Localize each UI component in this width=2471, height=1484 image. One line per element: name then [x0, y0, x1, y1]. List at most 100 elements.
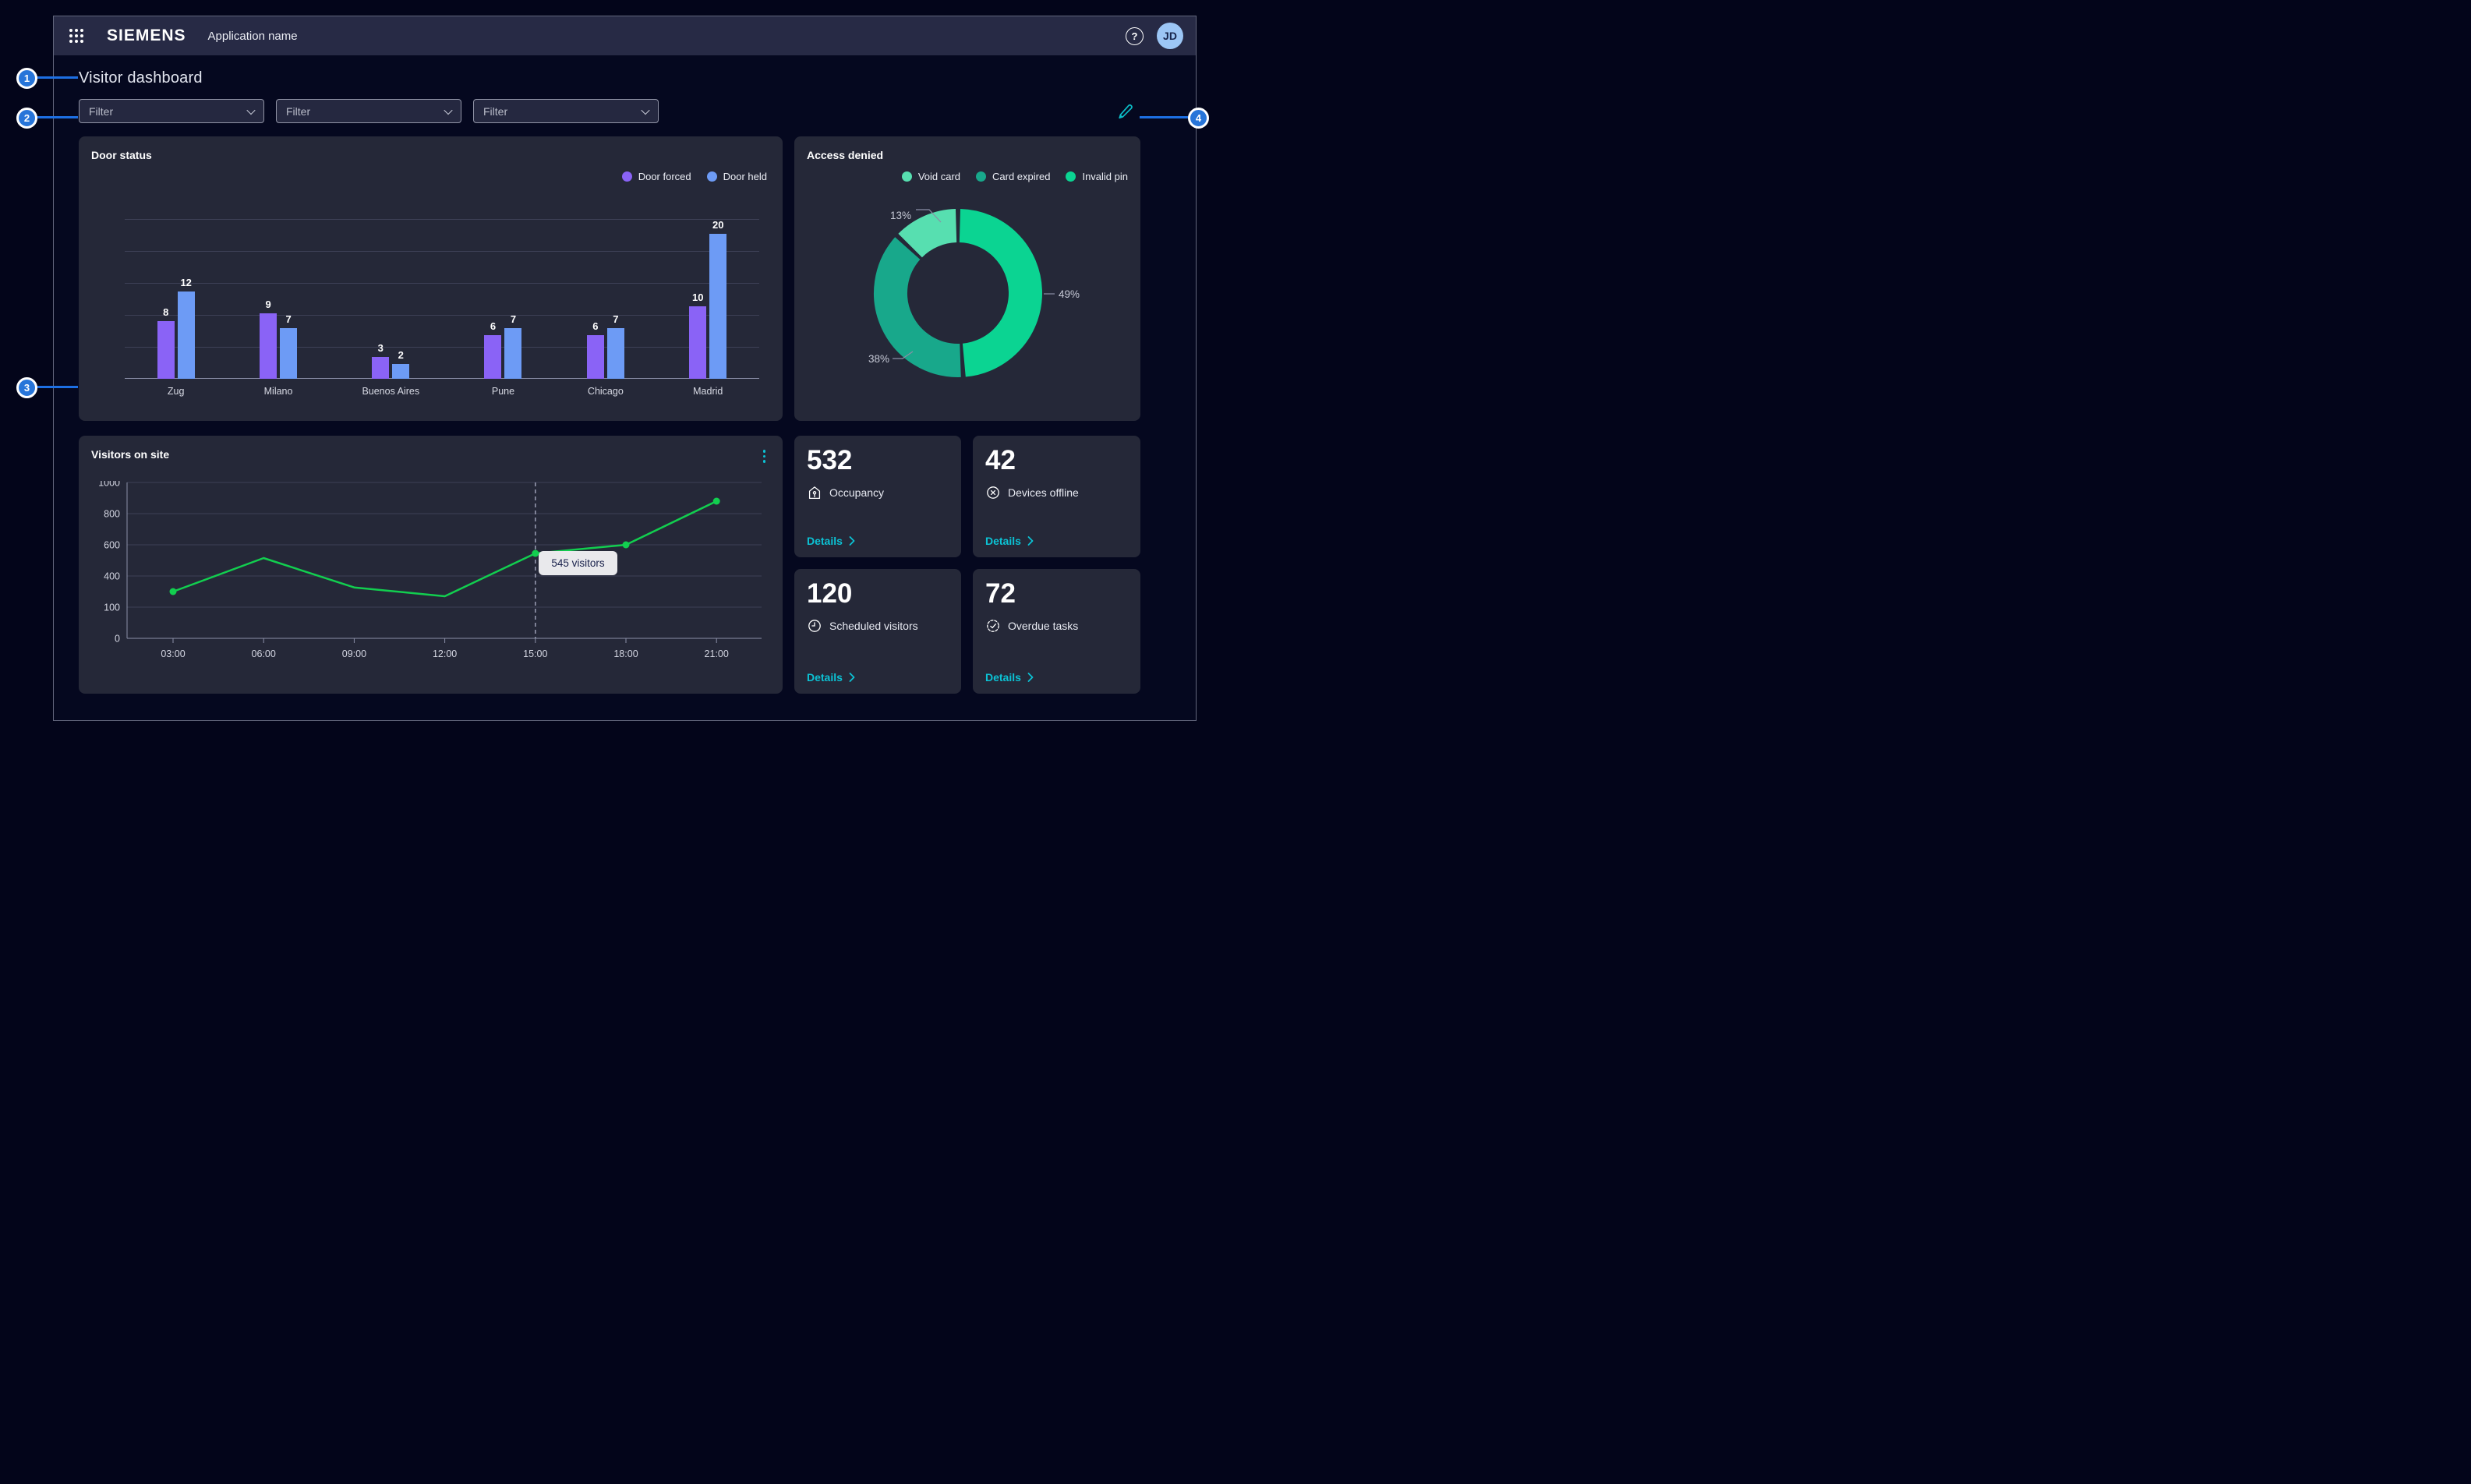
- legend-dot-icon: [1066, 171, 1076, 182]
- bar-door-forced-pune[interactable]: [484, 335, 501, 379]
- callout-badge-3: 3: [16, 377, 37, 398]
- legend-label: Invalid pin: [1082, 171, 1128, 182]
- chevron-down-icon: [444, 105, 452, 114]
- details-label: Details: [807, 535, 843, 547]
- callout-badge-4: 4: [1188, 108, 1209, 129]
- bar-door-held-pune[interactable]: [504, 328, 521, 379]
- donut-slice-invalid-pin[interactable]: [960, 226, 1025, 361]
- stat-value: 42: [985, 447, 1128, 475]
- bar-door-held-milano[interactable]: [280, 328, 297, 379]
- bar-value-label: 8: [163, 306, 168, 318]
- x-axis-tick-label: 21:00: [705, 648, 729, 659]
- bar-value-label: 10: [692, 292, 703, 303]
- filter-row: Filter Filter Filter: [79, 99, 1171, 123]
- visitors-on-site-card: Visitors on site 0100400600800100003:000…: [79, 436, 783, 694]
- data-point-marker[interactable]: [170, 588, 177, 595]
- bar-door-forced-zug[interactable]: [157, 321, 175, 379]
- stat-card-occupancy: 532OccupancyDetails: [794, 436, 961, 557]
- chevron-right-icon: [849, 673, 855, 682]
- bar-value-label: 20: [712, 219, 723, 231]
- bar-door-held-madrid[interactable]: [709, 234, 726, 379]
- bar-groups: 812Zug97Milano32Buenos Aires67Pune67Chic…: [125, 219, 759, 406]
- chevron-down-icon: [246, 105, 255, 114]
- y-axis-tick-label: 1000: [98, 481, 120, 489]
- donut-slice-void-card[interactable]: [910, 226, 956, 246]
- callout-badge-1: 1: [16, 68, 37, 89]
- app-launcher-icon[interactable]: [66, 26, 87, 46]
- filter-select-3[interactable]: Filter: [473, 99, 659, 123]
- legend-dot-icon: [976, 171, 986, 182]
- category-label: Pune: [492, 386, 514, 397]
- legend-item-invalid-pin[interactable]: Invalid pin: [1066, 171, 1128, 182]
- bar-value-label: 7: [613, 313, 618, 325]
- callout-badge-2: 2: [16, 108, 37, 129]
- filter-placeholder: Filter: [286, 105, 310, 118]
- bar-value-label: 12: [180, 277, 191, 288]
- legend-item-void-card[interactable]: Void card: [902, 171, 960, 182]
- y-axis-tick-label: 100: [104, 602, 120, 613]
- chevron-right-icon: [849, 536, 855, 546]
- chevron-right-icon: [1027, 536, 1034, 546]
- edit-icon[interactable]: [1116, 101, 1137, 122]
- visitors-series-line[interactable]: [173, 501, 716, 596]
- details-link-scheduled-visitors[interactable]: Details: [807, 671, 855, 684]
- app-name: Application name: [208, 30, 298, 43]
- filter-select-1[interactable]: Filter: [79, 99, 264, 123]
- details-link-overdue-tasks[interactable]: Details: [985, 671, 1034, 684]
- stat-label: Scheduled visitors: [829, 620, 918, 632]
- data-point-marker[interactable]: [532, 550, 539, 557]
- callout-line-2: [37, 116, 78, 118]
- stat-label: Occupancy: [829, 486, 884, 499]
- stat-label: Devices offline: [1008, 486, 1079, 499]
- details-link-occupancy[interactable]: Details: [807, 535, 855, 547]
- donut-percent-label: 38%: [868, 353, 889, 365]
- y-axis-tick-label: 400: [104, 571, 120, 582]
- legend-dot-icon: [902, 171, 912, 182]
- data-point-marker[interactable]: [713, 498, 720, 505]
- bar-door-held-chicago[interactable]: [607, 328, 624, 379]
- card-title: Door status: [91, 149, 770, 161]
- details-label: Details: [807, 671, 843, 684]
- bar-door-forced-milano[interactable]: [260, 313, 277, 379]
- x-axis-tick-label: 15:00: [523, 648, 547, 659]
- app-window: SIEMENS Application name ? JD Visitor da…: [53, 16, 1197, 721]
- category-label: Milano: [264, 386, 293, 397]
- help-icon[interactable]: ?: [1126, 27, 1144, 45]
- chevron-right-icon: [1027, 673, 1034, 682]
- visitors-tooltip: 545 visitors: [539, 551, 617, 575]
- bar-door-forced-buenos-aires[interactable]: [372, 357, 389, 379]
- category-label: Chicago: [588, 386, 624, 397]
- bar-group-chicago: 67Chicago: [587, 219, 624, 406]
- filter-select-2[interactable]: Filter: [276, 99, 461, 123]
- donut-percent-label: 49%: [1059, 288, 1080, 300]
- devices-offline-icon: [985, 485, 1001, 500]
- visitors-line-chart-svg: 0100400600800100003:0006:0009:0012:0015:…: [91, 481, 762, 662]
- legend-item-door-forced[interactable]: Door forced: [622, 171, 691, 182]
- stats-grid: 532OccupancyDetails42Devices offlineDeta…: [794, 436, 1140, 694]
- legend-item-door-held[interactable]: Door held: [707, 171, 767, 182]
- kebab-menu-icon[interactable]: [760, 447, 769, 466]
- stat-card-devices-offline: 42 Devices offline Details: [973, 436, 1140, 557]
- bar-value-label: 9: [265, 299, 270, 310]
- data-point-marker[interactable]: [623, 542, 630, 549]
- avatar[interactable]: JD: [1157, 23, 1183, 49]
- callout-line-4: [1140, 116, 1188, 118]
- door-status-chart: 812Zug97Milano32Buenos Aires67Pune67Chic…: [125, 219, 759, 406]
- stat-value: 72: [985, 580, 1128, 609]
- bar-door-held-buenos-aires[interactable]: [392, 364, 409, 379]
- donut-slice-card-expired[interactable]: [891, 249, 961, 361]
- app-header: SIEMENS Application name ? JD: [54, 16, 1196, 55]
- legend-label: Void card: [918, 171, 960, 182]
- legend-dot-icon: [622, 171, 632, 182]
- legend-label: Door forced: [638, 171, 691, 182]
- legend-dot-icon: [707, 171, 717, 182]
- bar-door-forced-madrid[interactable]: [689, 306, 706, 379]
- door-status-legend: Door forced Door held: [622, 171, 767, 182]
- bar-door-held-zug[interactable]: [178, 292, 195, 379]
- bar-door-forced-chicago[interactable]: [587, 335, 604, 379]
- x-axis-tick-label: 12:00: [433, 648, 457, 659]
- brand-logo: SIEMENS: [107, 26, 186, 45]
- details-label: Details: [985, 671, 1021, 684]
- legend-item-card-expired[interactable]: Card expired: [976, 171, 1050, 182]
- details-link-devices-offline[interactable]: Details: [985, 535, 1034, 547]
